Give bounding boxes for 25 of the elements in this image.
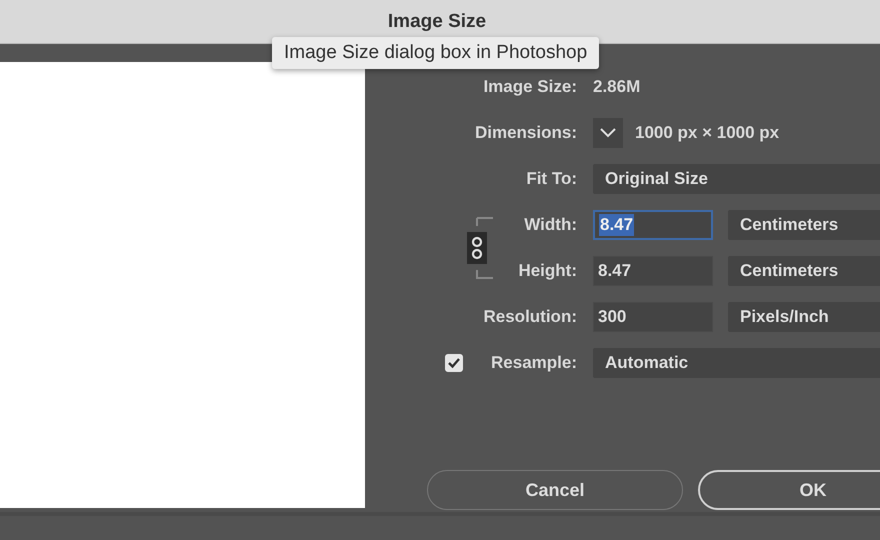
unit-dropdown[interactable]: Centimeters [728, 256, 880, 286]
input-field[interactable]: 8.47 [593, 256, 713, 286]
input-field[interactable]: 8.47 [593, 210, 713, 240]
dimensions-menu-button[interactable] [593, 118, 623, 148]
field-label: Width: [524, 215, 578, 235]
field-label: Fit To: [526, 169, 578, 189]
field-label: Dimensions: [474, 123, 578, 143]
unit-dropdown[interactable]: Pixels/Inch [728, 302, 880, 332]
field-label: Resolution: [484, 307, 578, 327]
unit-dropdown[interactable]: Centimeters [728, 210, 880, 240]
dimensions-value: 1000 px × 1000 px [635, 123, 780, 143]
checkbox[interactable] [445, 354, 463, 372]
field-label: Image Size: [483, 77, 578, 97]
cancel-button[interactable]: Cancel [427, 470, 683, 510]
ok-button[interactable]: OK [698, 470, 880, 510]
window-title: Image Size [388, 10, 486, 32]
field-label: Resample: [491, 353, 578, 373]
image-size-value: 2.86M [593, 77, 642, 97]
tooltip: Image Size dialog box in Photoshop [272, 37, 600, 69]
link-icon[interactable] [465, 216, 495, 280]
resample-dropdown[interactable]: Automatic [593, 348, 880, 378]
fit-to-dropdown[interactable]: Original Size [593, 164, 880, 194]
field-label: Height: [518, 261, 578, 281]
chevron-icon [599, 127, 617, 139]
input-field[interactable]: 300 [593, 302, 713, 332]
